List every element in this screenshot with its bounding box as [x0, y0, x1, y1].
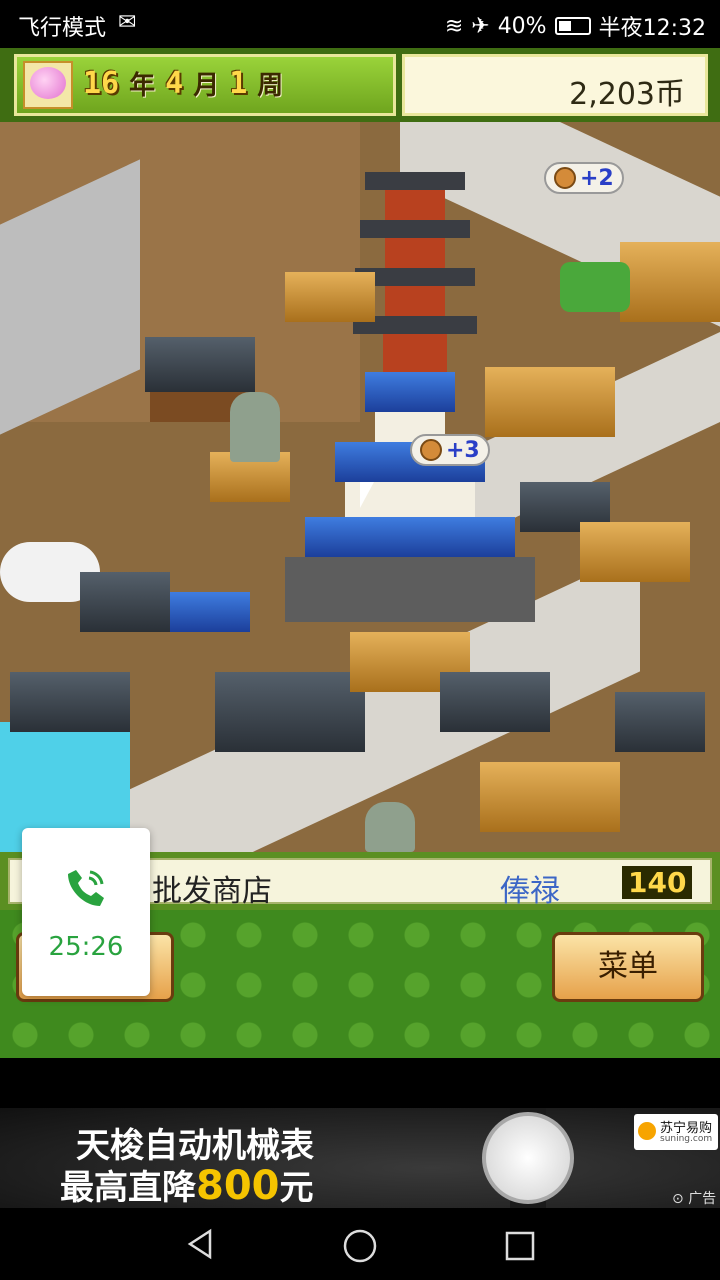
year-number: 16 — [83, 65, 120, 101]
house[interactable] — [145, 337, 255, 392]
wifi-icon: ≋ — [444, 13, 464, 39]
clock: 半夜12:32 — [598, 16, 706, 41]
home-icon[interactable] — [342, 1228, 378, 1264]
ad-banner[interactable]: 天梭自动机械表 最高直降800元 苏宁易购 suning.com ⊙ 广告 — [0, 1108, 720, 1208]
battery-icon — [554, 17, 591, 35]
wechat-icon: ✉ — [118, 10, 137, 35]
house[interactable] — [620, 242, 720, 322]
income-bubble[interactable]: +3 — [410, 434, 490, 466]
shop[interactable] — [160, 592, 250, 632]
salary-label: 俸禄 — [500, 874, 560, 909]
coin-icon — [420, 439, 442, 461]
nav-bar — [0, 1208, 720, 1280]
year-unit: 年 — [129, 70, 156, 101]
watch-image — [482, 1112, 574, 1204]
cursor-icon — [360, 482, 374, 508]
house[interactable] — [215, 672, 365, 752]
money-amount: 2,203币 — [569, 77, 685, 112]
month-unit: 月 — [193, 70, 220, 101]
recents-icon[interactable] — [504, 1230, 536, 1262]
income-bubble[interactable]: +2 — [544, 162, 624, 194]
house[interactable] — [10, 672, 130, 732]
week-unit: 周 — [257, 70, 284, 101]
call-overlay[interactable]: 25:26 — [22, 828, 150, 996]
house[interactable] — [480, 762, 620, 832]
income-value: +3 — [446, 437, 480, 463]
house[interactable] — [485, 367, 615, 437]
airplane-mode-label: 飞行模式 — [18, 16, 107, 41]
battery-percent: 40% — [497, 13, 547, 39]
month-number: 4 — [165, 65, 184, 101]
suning-lion-icon — [638, 1122, 656, 1140]
menu-button[interactable]: 菜单 — [552, 932, 704, 1002]
buddha-statue[interactable] — [365, 802, 415, 852]
town-map[interactable]: +2 +3 — [0, 122, 720, 852]
house[interactable] — [80, 572, 170, 632]
shop-name: 批发商店 — [152, 874, 272, 909]
tree — [560, 262, 630, 312]
salary-value: 140 — [622, 866, 693, 899]
income-value: +2 — [580, 165, 614, 191]
house[interactable] — [440, 672, 550, 732]
game-date: 16 年 4 月 1 周 — [83, 63, 283, 103]
week-number: 1 — [229, 65, 248, 101]
suning-logo: 苏宁易购 suning.com — [634, 1114, 718, 1150]
house[interactable] — [615, 692, 705, 752]
ad-tag: ⊙ 广告 — [672, 1191, 717, 1207]
coin-icon — [554, 167, 576, 189]
money-panel: 2,203币 — [402, 54, 708, 116]
ad-offer: 最高直降800元 — [60, 1163, 314, 1208]
phone-call-icon — [68, 870, 104, 906]
game-top-bar: 16 年 4 月 1 周 2,203币 — [0, 48, 720, 122]
sakura-season-icon[interactable] — [23, 61, 73, 109]
status-icons: ≋ ✈ 40% 半夜12:32 — [445, 10, 706, 42]
house[interactable] — [285, 272, 375, 322]
date-panel: 16 年 4 月 1 周 — [14, 54, 396, 116]
call-duration: 25:26 — [48, 932, 124, 962]
airplane-icon: ✈ — [471, 13, 490, 39]
status-bar: 飞行模式 ✉ ≋ ✈ 40% 半夜12:32 — [0, 0, 720, 48]
buddha-statue[interactable] — [230, 392, 280, 462]
back-icon[interactable] — [184, 1228, 216, 1260]
pagoda[interactable] — [353, 142, 477, 392]
house[interactable] — [580, 522, 690, 582]
